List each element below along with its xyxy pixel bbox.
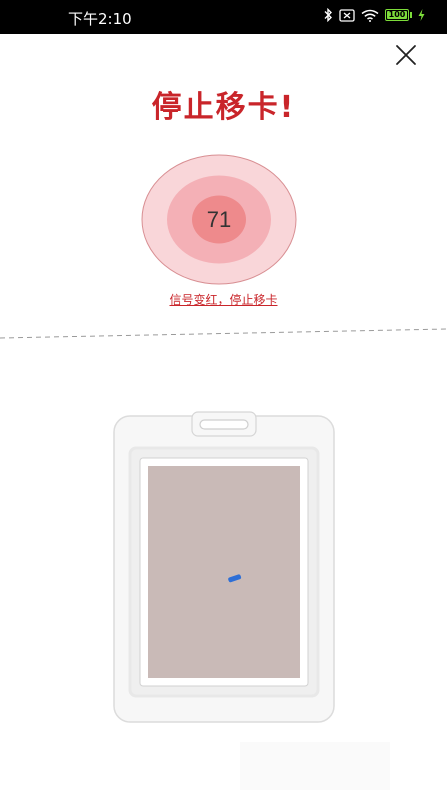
battery-icon: 100 — [385, 9, 412, 21]
battery-text: 100 — [388, 10, 406, 19]
status-time: 下午2:10 — [68, 10, 132, 28]
close-button[interactable] — [393, 42, 419, 68]
close-icon — [396, 45, 416, 65]
hint-text: 信号变红，停止移卡 — [169, 293, 278, 307]
status-bar: 下午2:10 100 — [0, 0, 447, 34]
signal-indicator: 71 — [140, 153, 298, 286]
charging-icon — [418, 9, 425, 21]
corner-fade — [240, 742, 390, 790]
status-icons: 100 — [323, 8, 425, 22]
dashed-divider — [0, 328, 447, 339]
page-title: 停止移卡! — [151, 90, 296, 125]
card-holder-image — [108, 410, 340, 728]
sim-icon — [339, 8, 355, 22]
bluetooth-icon — [323, 8, 333, 22]
wifi-icon — [361, 9, 379, 22]
signal-value: 71 — [206, 206, 232, 232]
